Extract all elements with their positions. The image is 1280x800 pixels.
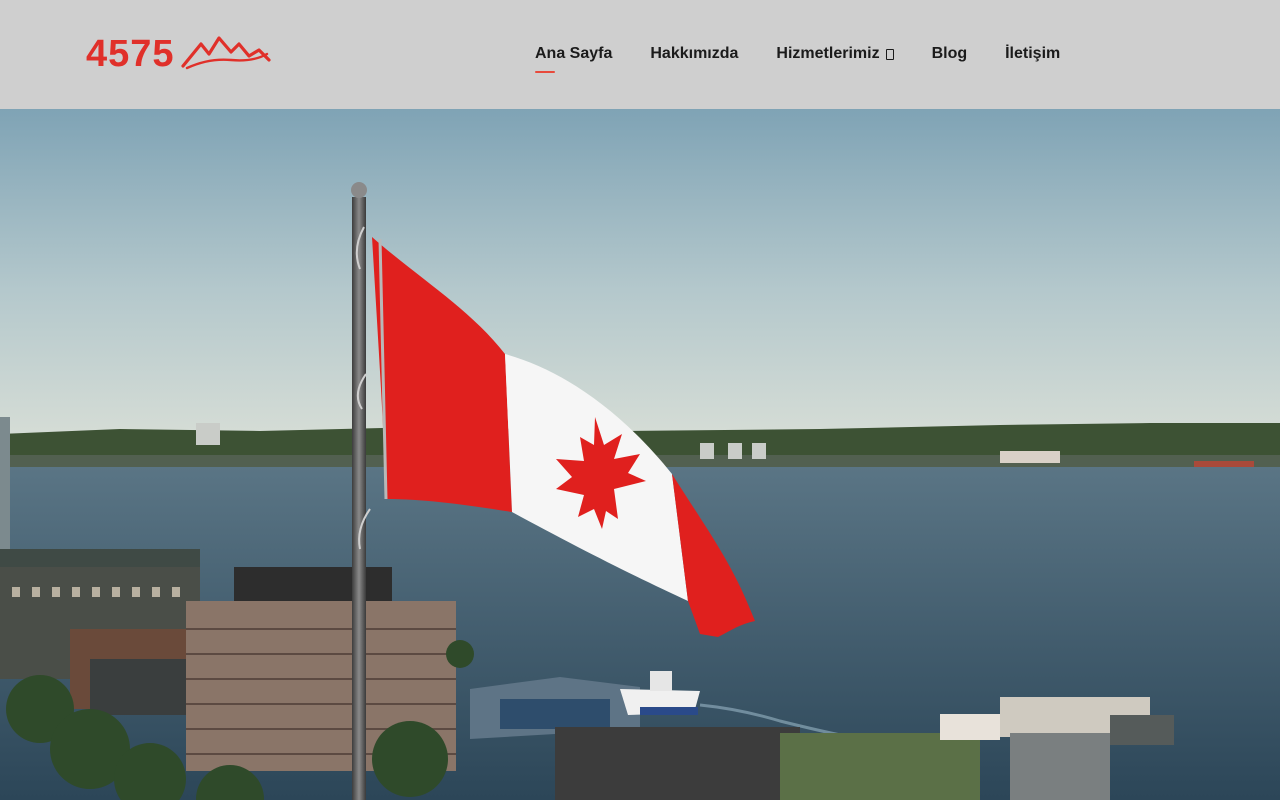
nav-item-about[interactable]: Hakkımızda bbox=[650, 44, 738, 64]
nav-item-label: Hizmetlerimiz bbox=[776, 45, 880, 62]
flag-pole bbox=[352, 197, 366, 800]
chevron-down-icon bbox=[885, 48, 894, 60]
logo-text: 4575 bbox=[86, 33, 175, 75]
site-logo[interactable]: 4575 bbox=[86, 34, 271, 74]
site-header: 4575 Ana Sayfa Hakkımızda Hizmetlerimiz … bbox=[0, 0, 1280, 109]
nav-item-label: Blog bbox=[931, 45, 968, 62]
nav-item-contact[interactable]: İletişim bbox=[1005, 44, 1060, 64]
sky bbox=[0, 109, 1280, 439]
nav-item-label: İletişim bbox=[1005, 45, 1061, 62]
left-tower bbox=[0, 417, 10, 557]
nav-item-label: Ana Sayfa bbox=[535, 45, 613, 62]
main-nav: Ana Sayfa Hakkımızda Hizmetlerimiz Blog … bbox=[535, 44, 1098, 73]
nav-item-home[interactable]: Ana Sayfa bbox=[535, 44, 613, 73]
hero-banner bbox=[0, 109, 1280, 800]
nav-item-label: Hakkımızda bbox=[650, 45, 739, 62]
hero-image bbox=[0, 109, 1280, 800]
nav-item-services[interactable]: Hizmetlerimiz bbox=[776, 44, 894, 64]
pole-finial bbox=[351, 182, 367, 198]
nav-item-blog[interactable]: Blog bbox=[932, 44, 968, 64]
mountain-wave-icon bbox=[180, 36, 271, 70]
